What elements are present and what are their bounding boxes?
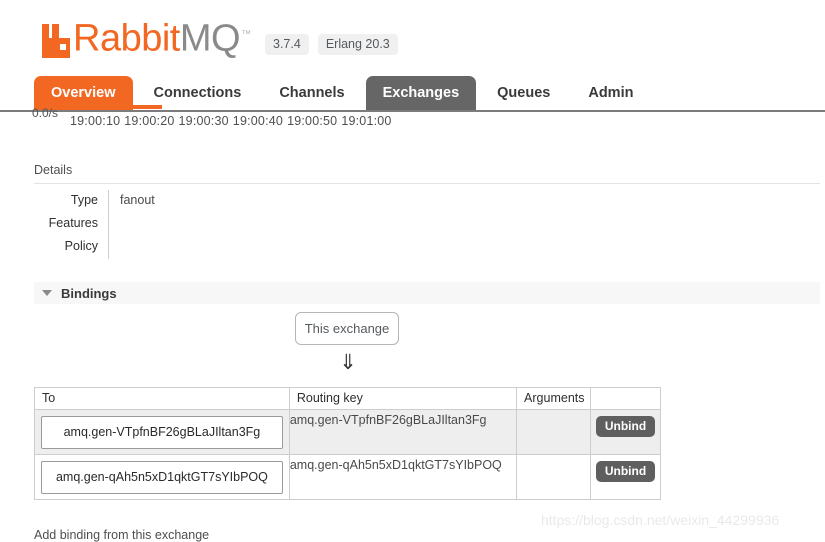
detail-value-type: fanout: [108, 190, 434, 213]
logo-wordmark: RabbitMQ™: [73, 16, 251, 58]
chart-x-axis-ticks: 19:00:10 19:00:20 19:00:30 19:00:40 19:00:50…: [70, 114, 396, 128]
column-header-arguments: Arguments: [516, 387, 592, 410]
version-badges: 3.7.4 Erlang 20.3: [265, 34, 398, 55]
routing-key-text: amq.gen-VTpfnBF26gBLaJIltan3Fg: [289, 413, 487, 427]
binding-to-cell: amq.gen-qAh5n5xD1qktGT7sYIbPOQ: [34, 454, 290, 500]
caret-down-icon: [42, 290, 52, 296]
details-section-title: Details: [34, 163, 73, 177]
column-header-routing-key: Routing key: [288, 387, 518, 410]
detail-row-features: Features: [34, 213, 434, 236]
bindings-section-header[interactable]: Bindings: [34, 282, 820, 304]
routing-key-text: amq.gen-qAh5n5xD1qktGT7sYIbPOQ: [289, 458, 502, 472]
detail-value-features: [108, 213, 434, 236]
column-header-actions: [590, 387, 661, 410]
logo-trademark: ™: [241, 29, 251, 40]
table-row: amq.gen-VTpfnBF26gBLaJIltan3Fg amq.gen-V…: [34, 409, 661, 455]
chart-tick-3: 19:00:40: [232, 114, 284, 128]
detail-label-policy: Policy: [64, 239, 98, 253]
page-header: RabbitMQ™ 3.7.4 Erlang 20.3: [0, 0, 825, 74]
bindings-table-header-row: To Routing key Arguments: [34, 387, 661, 410]
logo-text-rabbit: Rabbit: [73, 17, 180, 60]
erlang-version-badge: Erlang 20.3: [317, 34, 398, 55]
chart-y-label: 0.0/s: [32, 106, 59, 120]
binding-to-cell: amq.gen-VTpfnBF26gBLaJIltan3Fg: [34, 409, 290, 455]
double-down-arrow-icon: ⇓: [339, 351, 357, 374]
detail-value-policy: [108, 236, 434, 259]
chart-tick-4: 19:00:50: [287, 114, 338, 128]
chart-tick-5: 19:01:00: [341, 114, 392, 128]
logo-text-mq: MQ: [179, 17, 241, 60]
queue-link[interactable]: amq.gen-qAh5n5xD1qktGT7sYIbPOQ: [41, 460, 283, 494]
bindings-table: To Routing key Arguments amq.gen-VTpfnBF…: [34, 387, 661, 500]
binding-arguments-cell: [516, 454, 592, 500]
rabbitmq-logo[interactable]: RabbitMQ™: [42, 16, 251, 58]
table-row: amq.gen-qAh5n5xD1qktGT7sYIbPOQ amq.gen-q…: [34, 454, 661, 500]
binding-action-cell: Unbind: [590, 409, 661, 455]
binding-routing-key-cell: amq.gen-VTpfnBF26gBLaJIltan3Fg: [288, 409, 518, 455]
this-exchange-button[interactable]: This exchange: [295, 312, 399, 345]
unbind-button[interactable]: Unbind: [595, 416, 656, 437]
detail-label-features: Features: [48, 216, 98, 230]
watermark: https://blog.csdn.net/weixin_44299936: [541, 512, 780, 528]
details-table: Type fanout Features Policy: [34, 190, 434, 259]
column-header-to: To: [34, 387, 290, 410]
chart-tick-2: 19:00:30: [178, 114, 229, 128]
rabbit-logo-icon: [42, 23, 70, 58]
rabbitmq-management-page: RabbitMQ™ 3.7.4 Erlang 20.3 Overview Con…: [0, 0, 825, 542]
unbind-button[interactable]: Unbind: [595, 461, 656, 482]
chart-tick-0: 19:00:10: [70, 114, 121, 128]
rabbitmq-version-badge: 3.7.4: [265, 34, 309, 55]
queue-link[interactable]: amq.gen-VTpfnBF26gBLaJIltan3Fg: [41, 415, 283, 449]
details-divider: [34, 183, 820, 184]
detail-row-policy: Policy: [34, 236, 434, 259]
detail-label-type: Type: [70, 193, 98, 207]
binding-routing-key-cell: amq.gen-qAh5n5xD1qktGT7sYIbPOQ: [288, 454, 518, 500]
add-binding-section-title: Add binding from this exchange: [34, 528, 210, 542]
binding-action-cell: Unbind: [590, 454, 661, 500]
detail-row-type: Type fanout: [34, 190, 434, 213]
chart-tick-1: 19:00:20: [124, 114, 175, 128]
binding-arguments-cell: [516, 409, 592, 455]
bindings-section-label: Bindings: [61, 285, 117, 301]
